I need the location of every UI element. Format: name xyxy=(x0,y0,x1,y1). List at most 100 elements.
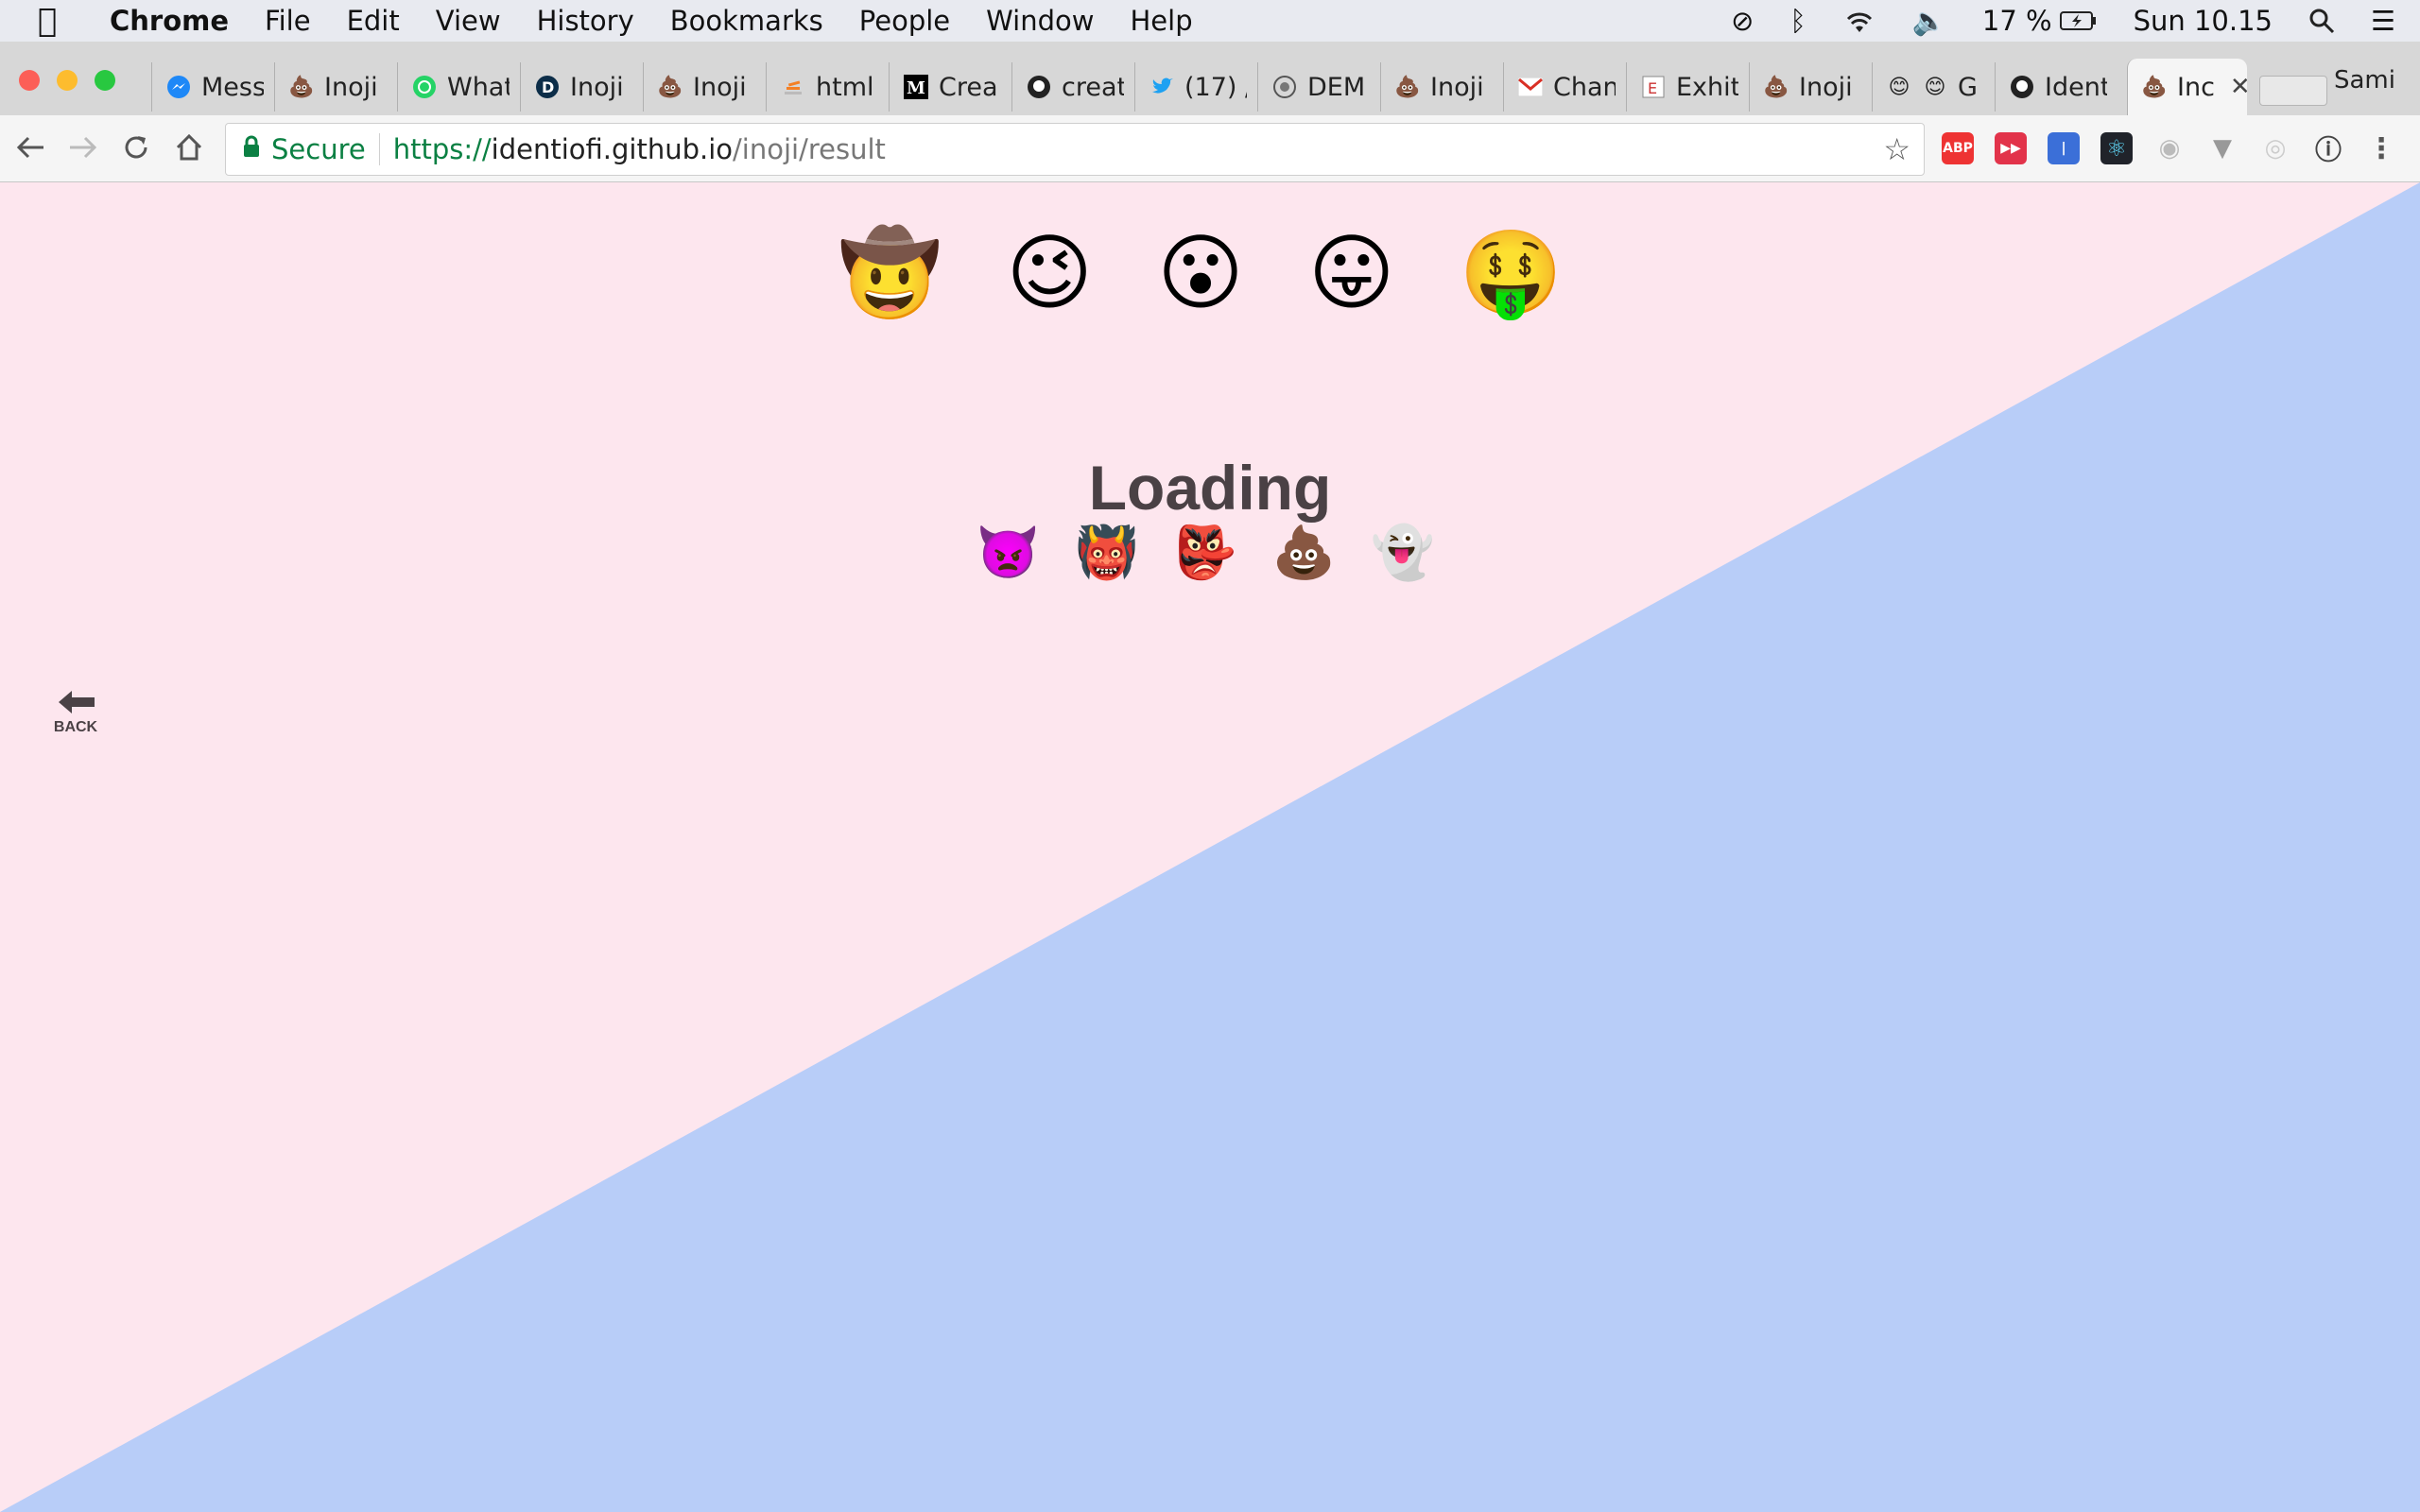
tab-twitter[interactable]: (17) / xyxy=(1134,62,1247,112)
tab-title: G xyxy=(1958,72,1978,102)
diagonal-background xyxy=(0,182,2420,1512)
tab-inoji[interactable]: 💩 Inoji xyxy=(1749,62,1861,112)
poop-icon: 💩 xyxy=(1394,75,1421,99)
wifi-icon[interactable] xyxy=(1842,8,1876,34)
tab-gmail[interactable]: Chan xyxy=(1503,62,1616,112)
tab-exhibit[interactable]: E Exhit xyxy=(1626,62,1738,112)
tab-title: Ident xyxy=(2045,72,2107,102)
svg-text:E: E xyxy=(1648,79,1657,97)
tab-title: creat xyxy=(1062,72,1124,102)
d-icon: D xyxy=(534,74,561,100)
tab-title: Inc xyxy=(2177,72,2215,102)
apple-icon[interactable]:  xyxy=(38,2,76,40)
profile-name[interactable]: Sami xyxy=(2334,66,2395,94)
window-close-button[interactable] xyxy=(19,70,40,91)
tab-stackoverflow[interactable]: html xyxy=(766,62,878,112)
adblock-icon[interactable]: ABP xyxy=(1942,132,1974,164)
tab-github[interactable]: creat xyxy=(1011,62,1124,112)
tab-inoji[interactable]: 💩 Inoji xyxy=(1380,62,1493,112)
messenger-icon xyxy=(165,74,192,100)
menu-history[interactable]: History xyxy=(537,5,634,37)
tab-title: (17) / xyxy=(1184,72,1247,102)
macos-menubar:  Chrome File Edit View History Bookmark… xyxy=(0,0,2420,42)
chrome-menu-icon[interactable]: ⋮ xyxy=(2365,132,2397,165)
back-arrow-icon[interactable] xyxy=(11,129,49,166)
tab-title: html xyxy=(816,72,874,102)
tab-emoji-g[interactable]: 😊 😊 G xyxy=(1872,62,1984,112)
tab-title: What xyxy=(447,72,510,102)
menu-chrome[interactable]: Chrome xyxy=(110,5,229,37)
window-minimize-button[interactable] xyxy=(57,70,78,91)
exhibit-icon: E xyxy=(1640,74,1667,100)
tab-medium[interactable]: M Crea xyxy=(889,62,1001,112)
menu-file[interactable]: File xyxy=(265,5,311,37)
lock-icon xyxy=(243,135,260,163)
address-bar[interactable]: Secure https://identiofi.github.io/inoji… xyxy=(225,123,1925,176)
menubar-clock[interactable]: Sun 10.15 xyxy=(2134,5,2273,37)
notification-center-icon[interactable]: ☰ xyxy=(2371,5,2395,37)
tab-inoji-d[interactable]: D Inoji xyxy=(520,62,632,112)
fast-forward-extension-icon[interactable]: ▶▶ xyxy=(1995,132,2027,164)
money-mouth-emoji: 🤑 xyxy=(1459,224,1582,321)
url-scheme: https:// xyxy=(392,133,492,165)
tab-close-icon[interactable]: ✕ xyxy=(2230,73,2247,101)
ghost-emoji: 👻 xyxy=(1371,523,1444,582)
url-host: identiofi.github.io xyxy=(491,133,734,165)
stackoverflow-icon xyxy=(780,74,806,100)
tab-messenger[interactable]: Mess xyxy=(151,62,264,112)
back-label: BACK xyxy=(53,719,98,735)
spotlight-icon[interactable] xyxy=(2308,8,2335,34)
tab-whatsapp[interactable]: What xyxy=(397,62,510,112)
new-tab-button[interactable] xyxy=(2259,76,2327,106)
bookmark-star-icon[interactable]: ☆ xyxy=(1883,131,1910,167)
menu-view[interactable]: View xyxy=(436,5,501,37)
angry-devil-emoji: 👿 xyxy=(976,523,1049,582)
bookmark-extension-icon[interactable]: | xyxy=(2048,132,2080,164)
tongue-emoji: 😛 xyxy=(1307,224,1414,321)
do-not-disturb-icon[interactable]: ⊘ xyxy=(1731,5,1754,37)
forward-arrow-icon[interactable] xyxy=(64,129,102,166)
github-icon xyxy=(2009,74,2035,100)
tab-title: Exhit xyxy=(1676,72,1738,102)
battery-percentage[interactable]: 17 % xyxy=(1982,5,2052,37)
menu-help[interactable]: Help xyxy=(1130,5,1192,37)
menu-bookmarks[interactable]: Bookmarks xyxy=(670,5,823,37)
back-button[interactable]: BACK xyxy=(49,687,102,736)
smile-icon: 😊 xyxy=(1888,75,1910,99)
tab-inoji[interactable]: 💩 Inoji xyxy=(643,62,755,112)
home-icon[interactable] xyxy=(170,129,208,166)
gmail-icon xyxy=(1517,74,1544,100)
tab-title: Mess xyxy=(201,72,264,102)
gray-extension-icon[interactable]: ◉ xyxy=(2153,132,2186,164)
goblin-emoji: 👺 xyxy=(1173,523,1247,582)
vue-devtools-icon[interactable]: ▼ xyxy=(2206,132,2238,164)
whatsapp-icon xyxy=(411,74,438,100)
menu-edit[interactable]: Edit xyxy=(347,5,400,37)
battery-icon[interactable] xyxy=(2059,10,2098,31)
tab-title: Inoji xyxy=(1430,72,1484,102)
winking-emoji: 😉 xyxy=(1006,224,1113,321)
tab-inoji[interactable]: 💩 Inoji xyxy=(274,62,387,112)
loading-heading: Loading xyxy=(1088,453,1332,523)
react-devtools-icon[interactable]: ⚛ xyxy=(2100,132,2133,164)
light-extension-icon[interactable]: ◎ xyxy=(2259,132,2291,164)
smile-icon: 😊 xyxy=(1924,75,1946,99)
svg-text:M: M xyxy=(907,78,925,98)
poop-icon: 💩 xyxy=(2141,75,2168,99)
bluetooth-icon[interactable]: ᛒ xyxy=(1789,5,1806,37)
tab-active-inoji[interactable]: 💩 Inc ✕ xyxy=(2127,59,2247,115)
poop-icon: 💩 xyxy=(1763,75,1789,99)
tab-title: Inoji xyxy=(570,72,624,102)
menu-window[interactable]: Window xyxy=(986,5,1094,37)
tab-github-ident[interactable]: Ident xyxy=(1995,62,2107,112)
poop-emoji: 💩 xyxy=(1271,523,1346,582)
tab-title: Inoji xyxy=(693,72,747,102)
svg-text:D: D xyxy=(542,78,554,96)
reload-icon[interactable] xyxy=(117,129,155,166)
cowboy-emoji: 🤠 xyxy=(838,224,961,321)
info-icon[interactable]: ⓘ xyxy=(2312,132,2344,165)
volume-icon[interactable]: 🔈 xyxy=(1912,5,1946,38)
menu-people[interactable]: People xyxy=(859,5,950,37)
tab-demo[interactable]: DEM xyxy=(1257,62,1370,112)
window-zoom-button[interactable] xyxy=(95,70,115,91)
